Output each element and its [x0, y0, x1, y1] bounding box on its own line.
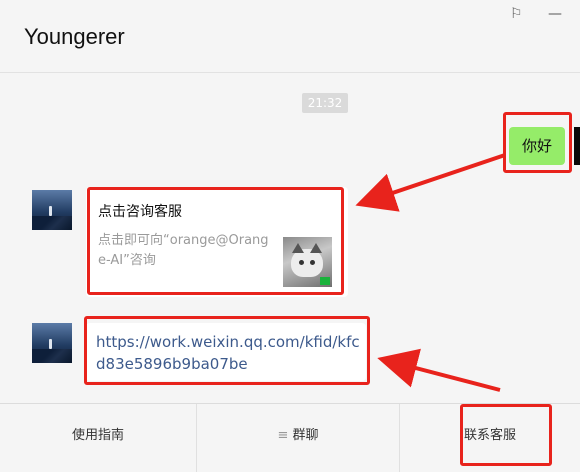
annotation-box-link — [84, 316, 370, 385]
menu-icon: ≡ — [277, 428, 289, 443]
avatar[interactable] — [32, 190, 72, 230]
chat-title: Youngerer — [24, 24, 125, 49]
chat-header: Youngerer ⚐ — — [0, 0, 580, 73]
group-chat-menu-button[interactable]: ≡ 群聊 — [197, 404, 399, 472]
minimize-icon[interactable]: — — [548, 6, 562, 22]
pin-icon[interactable]: ⚐ — [510, 6, 523, 22]
annotation-box-contact-service — [460, 404, 552, 466]
avatar[interactable] — [32, 323, 72, 363]
message-timestamp: 21:32 — [302, 93, 348, 113]
guide-menu-button[interactable]: 使用指南 — [0, 404, 196, 472]
group-chat-menu-label: 群聊 — [292, 428, 319, 443]
window-edge — [574, 127, 580, 165]
annotation-box-card — [87, 187, 344, 295]
guide-menu-label: 使用指南 — [71, 428, 124, 443]
annotation-box-hello — [503, 112, 572, 173]
